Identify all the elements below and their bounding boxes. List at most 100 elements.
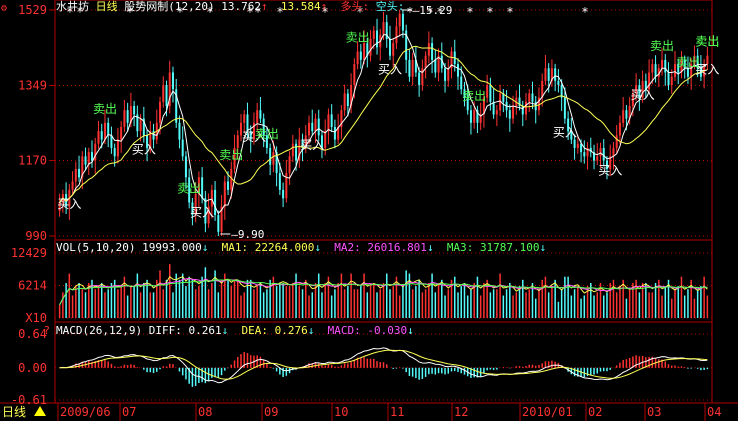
candle-body <box>126 110 129 123</box>
help-icon: ? <box>43 324 50 337</box>
candle-body <box>363 43 366 60</box>
candle-body <box>670 76 673 86</box>
arrow-up-icon: ↑ <box>260 0 268 13</box>
candle-body <box>139 118 142 132</box>
stock-chart[interactable]: 152913491170990—15.29—9.90买入卖出买入卖出买入卖出买入… <box>0 0 738 421</box>
candle-body <box>547 68 550 81</box>
candle-body <box>583 152 586 157</box>
long-label: 多头: <box>340 0 370 13</box>
candle-body <box>408 59 411 77</box>
volume-header: VOL(5,10,20) 19993.000↓, MA1: 22264.000↓… <box>56 241 547 254</box>
candle-body <box>460 76 463 90</box>
candle-body <box>278 173 281 190</box>
candle-body <box>120 126 123 140</box>
candle-body <box>456 64 459 77</box>
x-axis-label: 2009/06 <box>60 405 111 419</box>
macd-label: MACD(26,12,9) <box>56 324 143 337</box>
candle-body <box>269 147 272 165</box>
candle-body <box>356 51 359 65</box>
candle-body <box>288 156 291 174</box>
signal-label-sell: 卖出 <box>93 102 117 116</box>
event-star-icon: * <box>506 5 513 19</box>
signal-label-buy: 买入 <box>190 205 214 219</box>
candle-body <box>431 43 434 60</box>
x-axis-label: 11 <box>390 405 404 419</box>
candle-body <box>359 51 362 60</box>
dea-name: DEA <box>241 324 262 337</box>
x-axis-label: 04 <box>707 405 721 419</box>
candle-body <box>107 122 110 136</box>
signal-label-sell: 卖出 <box>255 127 279 141</box>
candle-body <box>401 13 404 31</box>
candle-body <box>159 101 162 123</box>
x-axis-label: 03 <box>647 405 661 419</box>
stock-name: 水井坊 <box>56 0 89 13</box>
candle-body <box>531 93 534 102</box>
x-axis-label: 12 <box>454 405 468 419</box>
candle-body <box>236 135 239 148</box>
signal-label-buy: 买入 <box>300 138 324 152</box>
price-tick-label: 990 <box>25 229 47 243</box>
candle-body <box>333 126 336 140</box>
event-star-icon: * <box>466 5 473 19</box>
candle-body <box>563 97 566 119</box>
candle-body <box>544 68 547 81</box>
candle-body <box>272 152 275 165</box>
candle-body <box>100 131 103 140</box>
candle-body <box>576 143 579 148</box>
price-tick-label: 1529 <box>18 3 47 17</box>
candle-body <box>295 143 298 161</box>
candle-body <box>418 72 421 86</box>
candle-body <box>87 152 90 165</box>
diff-name: DIFF <box>148 324 176 337</box>
price-tick-label: 1349 <box>18 78 47 92</box>
vol-tick-label: X10 <box>25 311 47 325</box>
signal-label-sell: 卖出 <box>346 31 370 45</box>
candle-body <box>91 152 94 161</box>
macd-value: -0.030 <box>367 324 408 337</box>
settings-icon: ⚙ <box>0 3 7 14</box>
candle-body <box>602 147 605 161</box>
candle-body <box>473 110 476 123</box>
candle-body <box>528 93 531 102</box>
vol-ma1-value: 22264.000 <box>254 241 315 254</box>
price-tick-label: 1170 <box>18 154 47 168</box>
candle-body <box>165 85 168 107</box>
candle-body <box>372 30 375 39</box>
candle-body <box>525 101 528 115</box>
candle-body <box>486 85 489 98</box>
candle-body <box>178 122 181 140</box>
candle-body <box>330 114 333 127</box>
candle-body <box>667 72 670 86</box>
candle-body <box>492 101 495 115</box>
candle-body <box>184 156 187 178</box>
candle-body <box>447 68 450 81</box>
candle-body <box>210 189 213 207</box>
signal-label-sell: 卖出 <box>650 39 674 53</box>
candle-body <box>434 59 437 73</box>
candle-body <box>615 135 618 148</box>
vol-ma3-name: MA3 <box>446 241 467 254</box>
candle-body <box>618 122 621 136</box>
candle-body <box>427 43 430 56</box>
candle-body <box>103 122 106 140</box>
candle-body <box>661 59 664 69</box>
candle-body <box>291 143 294 157</box>
candle-body <box>424 55 427 69</box>
indicator-name: 股势网制(12,20) <box>124 0 215 13</box>
signal-label-buy: 买入 <box>598 163 622 177</box>
candle-body <box>308 122 311 136</box>
vol-tick-label: 6214 <box>18 279 47 293</box>
candle-body <box>353 64 356 86</box>
x-axis-label: 02 <box>588 405 602 419</box>
x-axis-label: 2010/01 <box>522 405 573 419</box>
candle-body <box>171 72 174 90</box>
x-axis-label: 09 <box>264 405 278 419</box>
candle-body <box>74 168 77 182</box>
candle-body <box>382 22 385 35</box>
candle-body <box>557 80 560 86</box>
indicator-value-1: 13.762 <box>221 0 261 13</box>
vol-ma2-name: MA2 <box>334 241 355 254</box>
candle-body <box>512 106 515 119</box>
candle-body <box>84 156 87 165</box>
